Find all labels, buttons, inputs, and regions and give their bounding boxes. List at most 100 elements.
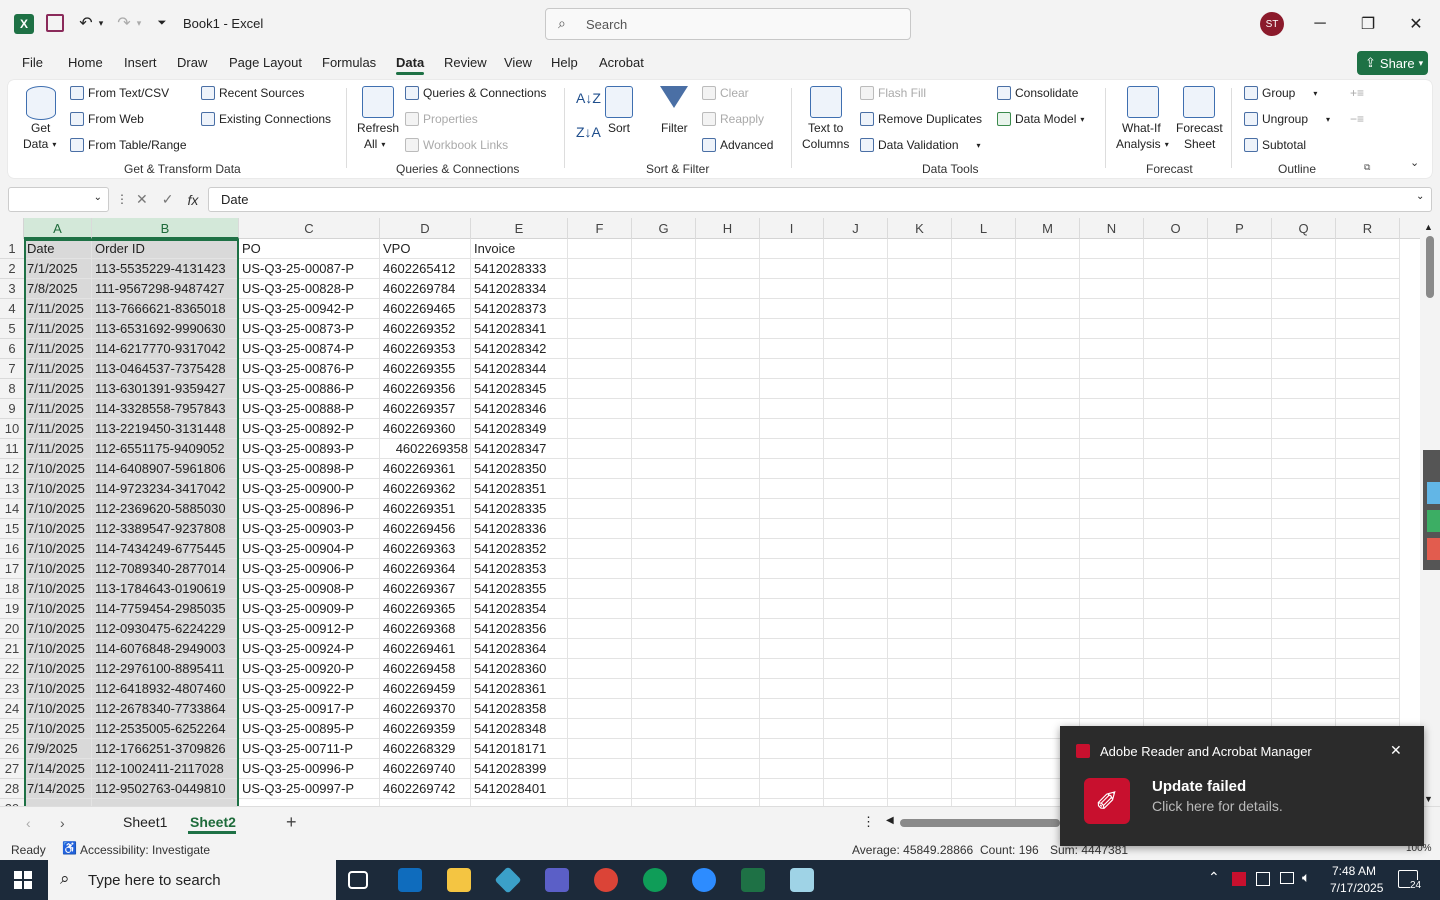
table-cell[interactable] (1016, 599, 1080, 619)
table-cell[interactable] (760, 319, 824, 339)
table-cell[interactable] (696, 579, 760, 599)
table-cell[interactable] (824, 599, 888, 619)
table-cell[interactable] (568, 539, 632, 559)
forecast-sheet-button[interactable]: Forecast (1176, 121, 1223, 135)
table-cell[interactable] (632, 599, 696, 619)
table-cell[interactable] (1208, 339, 1272, 359)
table-cell[interactable] (1272, 499, 1336, 519)
table-cell[interactable] (760, 759, 824, 779)
row-header[interactable]: 16 (0, 539, 24, 559)
table-cell[interactable] (696, 379, 760, 399)
table-cell[interactable]: US-Q3-25-00903-P (239, 519, 380, 539)
header-cell[interactable] (568, 239, 632, 259)
header-cell[interactable] (1144, 239, 1208, 259)
table-cell[interactable] (696, 759, 760, 779)
remove-duplicates-button[interactable]: Remove Duplicates (860, 112, 982, 126)
table-cell[interactable] (1208, 539, 1272, 559)
table-cell[interactable]: US-Q3-25-00886-P (239, 379, 380, 399)
table-cell[interactable] (1016, 619, 1080, 639)
column-header-r[interactable]: R (1336, 218, 1400, 239)
table-cell[interactable]: 5412028341 (471, 319, 568, 339)
table-cell[interactable]: US-Q3-25-00908-P (239, 579, 380, 599)
notification-toast[interactable]: Adobe Reader and Acrobat Manager ✕ ✐ Upd… (1060, 726, 1424, 846)
chrome-icon[interactable] (594, 868, 618, 892)
group-button[interactable]: Group ▾ (1244, 86, 1317, 100)
undo-icon[interactable]: ↶ (76, 13, 96, 33)
avatar[interactable]: ST (1260, 12, 1284, 36)
table-cell[interactable]: 112-6551175-9409052 (92, 439, 239, 459)
share-button[interactable]: ⇪ Share ▾ (1357, 51, 1428, 75)
table-cell[interactable] (568, 699, 632, 719)
column-header-m[interactable]: M (1016, 218, 1080, 239)
table-cell[interactable]: US-Q3-25-00906-P (239, 559, 380, 579)
table-cell[interactable] (760, 719, 824, 739)
table-cell[interactable] (1272, 519, 1336, 539)
table-cell[interactable] (568, 599, 632, 619)
table-cell[interactable]: 114-6408907-5961806 (92, 459, 239, 479)
table-cell[interactable] (952, 279, 1016, 299)
table-cell[interactable] (888, 519, 952, 539)
table-cell[interactable]: US-Q3-25-00874-P (239, 339, 380, 359)
table-cell[interactable]: US-Q3-25-00873-P (239, 319, 380, 339)
table-cell[interactable] (824, 799, 888, 806)
outline-dialog-launcher-icon[interactable]: ⧉ (1364, 162, 1370, 173)
windows-start-icon[interactable] (14, 871, 32, 889)
table-cell[interactable]: 4602269358 (380, 439, 471, 459)
table-cell[interactable] (760, 579, 824, 599)
table-cell[interactable] (1016, 419, 1080, 439)
table-cell[interactable] (1208, 279, 1272, 299)
hide-detail-icon[interactable]: −≡ (1350, 112, 1364, 126)
table-cell[interactable] (1208, 399, 1272, 419)
table-cell[interactable]: 111-9567298-9487427 (92, 279, 239, 299)
table-cell[interactable] (888, 619, 952, 639)
table-cell[interactable] (760, 479, 824, 499)
table-cell[interactable] (1016, 699, 1080, 719)
taskbar-search[interactable]: ⌕ Type here to search (48, 860, 336, 900)
row-header[interactable]: 9 (0, 399, 24, 419)
table-cell[interactable] (824, 259, 888, 279)
table-cell[interactable] (952, 739, 1016, 759)
table-cell[interactable] (632, 379, 696, 399)
table-cell[interactable] (568, 399, 632, 419)
table-cell[interactable]: 7/10/2025 (24, 719, 92, 739)
table-cell[interactable] (952, 579, 1016, 599)
table-cell[interactable]: US-Q3-25-00912-P (239, 619, 380, 639)
forecast-sheet-button-line2[interactable]: Sheet (1184, 137, 1215, 151)
table-cell[interactable] (1016, 279, 1080, 299)
table-cell[interactable] (760, 799, 824, 806)
table-cell[interactable] (888, 279, 952, 299)
table-cell[interactable] (888, 719, 952, 739)
search-input[interactable]: ⌕ Search (545, 8, 911, 40)
table-cell[interactable] (888, 259, 952, 279)
table-cell[interactable] (632, 499, 696, 519)
table-cell[interactable] (1208, 699, 1272, 719)
table-cell[interactable] (824, 519, 888, 539)
table-cell[interactable] (760, 599, 824, 619)
collapse-ribbon-icon[interactable]: ⌄ (1410, 156, 1419, 169)
row-header[interactable]: 22 (0, 659, 24, 679)
table-cell[interactable] (1208, 459, 1272, 479)
table-cell[interactable]: US-Q3-25-00898-P (239, 459, 380, 479)
table-cell[interactable] (696, 339, 760, 359)
table-cell[interactable] (632, 699, 696, 719)
table-cell[interactable] (888, 739, 952, 759)
table-cell[interactable] (1080, 639, 1144, 659)
task-view-icon[interactable] (348, 871, 368, 889)
table-cell[interactable]: 4602269355 (380, 359, 471, 379)
table-cell[interactable] (1208, 479, 1272, 499)
table-cell[interactable] (1144, 619, 1208, 639)
table-cell[interactable] (1272, 419, 1336, 439)
row-header[interactable]: 27 (0, 759, 24, 779)
table-cell[interactable] (632, 579, 696, 599)
table-cell[interactable]: 4602269357 (380, 399, 471, 419)
table-cell[interactable] (696, 399, 760, 419)
sort-button[interactable]: Sort (608, 121, 630, 135)
table-cell[interactable] (952, 499, 1016, 519)
row-header[interactable]: 19 (0, 599, 24, 619)
table-cell[interactable]: US-Q3-25-00892-P (239, 419, 380, 439)
table-cell[interactable] (1016, 659, 1080, 679)
table-cell[interactable]: 5412028361 (471, 679, 568, 699)
row-header[interactable]: 14 (0, 499, 24, 519)
table-cell[interactable] (1208, 619, 1272, 639)
table-cell[interactable] (952, 259, 1016, 279)
